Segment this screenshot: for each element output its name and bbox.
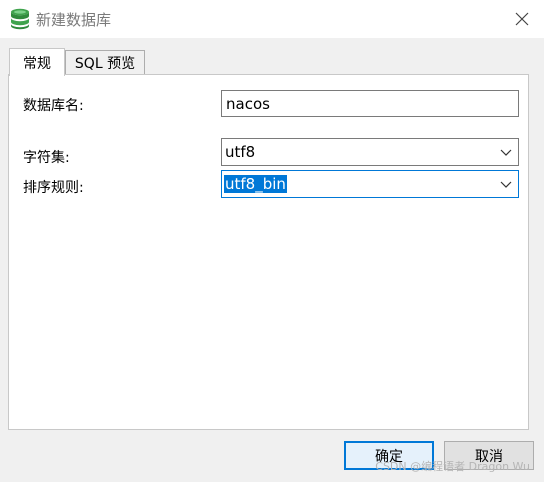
database-name-input[interactable] <box>221 90 519 117</box>
general-panel: 数据库名: 字符集: utf8 排序规则: utf8_bin <box>8 74 529 430</box>
charset-select[interactable]: utf8 <box>221 138 519 166</box>
collation-select[interactable]: utf8_bin <box>221 170 519 198</box>
window-title: 新建数据库 <box>36 11 112 29</box>
collation-value: utf8_bin <box>224 175 287 193</box>
chevron-down-icon <box>500 181 512 188</box>
tab-general[interactable]: 常规 <box>9 48 65 76</box>
collation-label: 排序规则: <box>23 180 84 196</box>
title-bar: 新建数据库 <box>0 0 544 38</box>
tab-sql-preview[interactable]: SQL 预览 <box>65 50 145 75</box>
ok-button[interactable]: 确定 <box>344 441 434 470</box>
close-button[interactable] <box>500 0 544 38</box>
close-icon <box>515 12 529 26</box>
tab-general-label: 常规 <box>23 55 51 72</box>
chevron-down-icon <box>500 149 512 156</box>
database-icon <box>11 8 29 30</box>
charset-value: utf8 <box>225 143 256 161</box>
charset-label: 字符集: <box>23 150 70 166</box>
cancel-button[interactable]: 取消 <box>444 441 534 470</box>
database-name-label: 数据库名: <box>23 98 84 114</box>
tab-sql-preview-label: SQL 预览 <box>74 56 136 72</box>
